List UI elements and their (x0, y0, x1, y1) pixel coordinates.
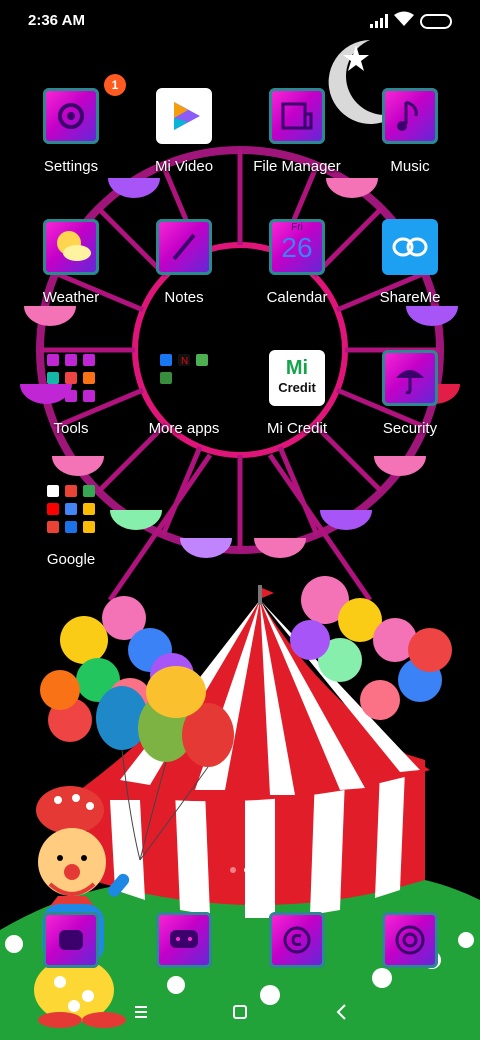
folder-label: Google (46, 551, 96, 568)
folder-more-apps[interactable]: N More apps (129, 350, 239, 460)
dock-browser[interactable] (269, 912, 325, 968)
folder-label: More apps (148, 420, 220, 437)
app-shareme[interactable]: ShareMe (355, 219, 465, 329)
app-label: Weather (42, 289, 100, 306)
status-time: 2:36 AM (28, 12, 85, 29)
shareme-icon (382, 219, 438, 275)
dock-phone[interactable] (43, 912, 99, 968)
svg-text:N: N (181, 356, 188, 367)
folder-label: Tools (53, 420, 89, 437)
app-file-manager[interactable]: File Manager (242, 88, 352, 198)
mi-credit-icon: Mi Credit (269, 350, 325, 406)
weather-icon (43, 219, 99, 275)
calendar-icon: Fri 26 (269, 219, 325, 275)
app-label: Calendar (266, 289, 328, 306)
menu-nav-icon[interactable] (130, 1000, 154, 1024)
mi-video-icon (156, 88, 212, 144)
settings-icon (43, 88, 99, 144)
google-folder-icon (43, 481, 99, 537)
app-label: File Manager (253, 158, 341, 175)
app-label: Mi Video (154, 158, 214, 175)
app-weather[interactable]: Weather (16, 219, 126, 329)
status-bar: 2:36 AM (0, 0, 480, 42)
music-icon (382, 88, 438, 144)
battery-icon (420, 14, 452, 29)
app-mi-video[interactable]: Mi Video (129, 88, 239, 198)
mi-credit-icon-text: Mi (285, 357, 309, 379)
dock-messages[interactable] (156, 912, 212, 968)
dock-camera[interactable] (382, 912, 438, 968)
app-label: Security (382, 420, 438, 437)
browser-icon (283, 926, 311, 954)
notes-icon (156, 219, 212, 275)
page-indicator (230, 867, 250, 873)
phone-icon (59, 930, 83, 950)
app-label: Settings (43, 158, 99, 175)
page-dot-1 (230, 867, 236, 873)
app-security[interactable]: Security (355, 350, 465, 460)
wifi-icon (394, 11, 414, 26)
tools-folder-icon (43, 350, 99, 406)
app-calendar[interactable]: Fri 26 Calendar (242, 219, 352, 329)
app-label: ShareMe (379, 289, 441, 306)
folder-tools[interactable]: Tools (16, 350, 126, 460)
security-icon (382, 350, 438, 406)
calendar-weekday: Fri (291, 222, 303, 233)
app-label: Music (390, 158, 430, 175)
messages-icon (170, 930, 198, 948)
app-notes[interactable]: Notes (129, 219, 239, 329)
folder-google[interactable]: Google (16, 481, 126, 591)
camera-icon (395, 925, 425, 955)
app-music[interactable]: Music (355, 88, 465, 198)
app-label: Mi Credit (266, 420, 327, 437)
calendar-day: 26 (281, 232, 313, 263)
app-settings[interactable]: 1 Settings (16, 74, 126, 198)
more-apps-folder-icon: N (156, 350, 212, 406)
back-nav-icon[interactable] (330, 1000, 354, 1024)
home-nav-icon[interactable] (228, 1000, 252, 1024)
mi-credit-icon-subtext: Credit (278, 380, 316, 395)
file-manager-icon (269, 88, 325, 144)
app-label: Notes (164, 289, 204, 306)
app-mi-credit[interactable]: Mi Credit Mi Credit (242, 350, 352, 460)
notification-badge: 1 (104, 74, 126, 96)
page-dot-2-active (244, 867, 250, 873)
signal-icon (370, 14, 388, 28)
